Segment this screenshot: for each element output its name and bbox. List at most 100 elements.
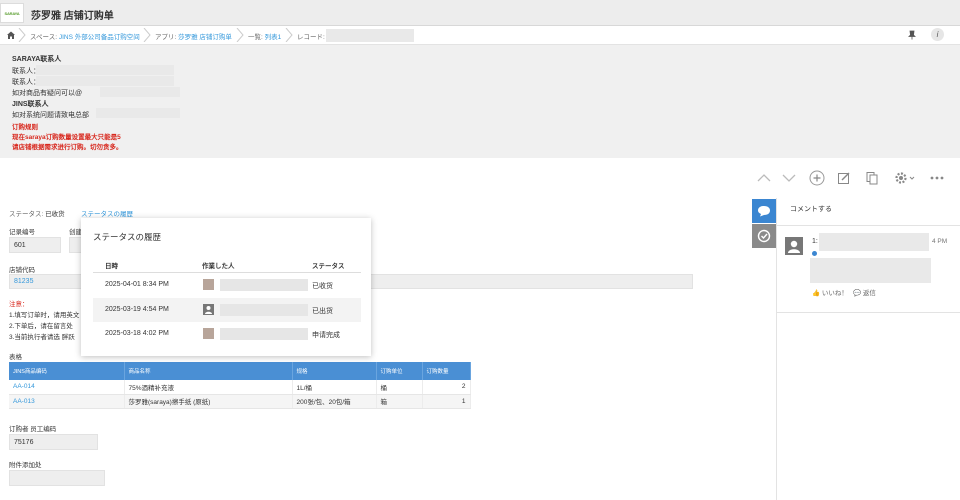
notes-title: 注意： bbox=[9, 301, 29, 308]
system-question: 如对系统问题请致电总部 bbox=[12, 112, 89, 119]
reply-button[interactable]: 💬 返信 bbox=[853, 287, 876, 297]
order-quantity: 2 bbox=[422, 380, 471, 395]
duplicate-icon[interactable] bbox=[862, 168, 882, 188]
status-history-link[interactable]: ステータスの履歴 bbox=[81, 208, 133, 218]
col-date: 日時 bbox=[105, 263, 118, 270]
redacted-phone bbox=[96, 108, 180, 118]
comment-tab[interactable] bbox=[752, 199, 776, 223]
user-avatar bbox=[203, 279, 214, 290]
redacted-user bbox=[220, 304, 308, 316]
order-rule-1: 现在saraya订购数量设置最大只能是5 bbox=[12, 134, 121, 141]
breadcrumb-list[interactable]: 一覧: 列表1 bbox=[248, 31, 281, 41]
col-product-code: JINS商品编码 bbox=[9, 362, 125, 380]
col-unit: 订购单位 bbox=[376, 362, 423, 380]
product-question: 如对商品有疑问可以@ bbox=[12, 90, 83, 97]
orderer-label: 订购者 员工编码 bbox=[9, 426, 57, 433]
app-title: 莎罗雅 店铺订购单 bbox=[31, 11, 114, 22]
status-history-popup: ステータスの履歴 日時 作業した人 ステータス 2025-04-01 8:34 … bbox=[81, 218, 371, 356]
comment-time: 4 PM bbox=[932, 238, 948, 245]
history-status: 已出货 bbox=[312, 308, 333, 315]
next-record-icon[interactable] bbox=[779, 168, 799, 188]
orderer-value: 75176 bbox=[9, 434, 98, 450]
record-no-value: 601 bbox=[9, 237, 61, 253]
breadcrumb-record: レコード: bbox=[297, 34, 325, 41]
thumbs-up-icon: 👍 bbox=[812, 290, 821, 297]
add-record-icon[interactable] bbox=[807, 168, 827, 188]
jins-contact-heading: JINS联系人 bbox=[12, 101, 49, 108]
order-quantity: 1 bbox=[422, 394, 471, 409]
comment-sidebar: コメントする 1: 4 PM 👍 いいね！ 💬 返信 bbox=[776, 198, 960, 500]
comment-input[interactable]: コメントする bbox=[777, 198, 960, 226]
redacted-user bbox=[220, 328, 308, 340]
status-line: ステータス: 已收货 bbox=[9, 211, 65, 218]
col-quantity: 订购数量 bbox=[422, 362, 471, 380]
col-status: ステータス bbox=[312, 263, 345, 270]
comment-index: 1: bbox=[812, 238, 818, 245]
redacted-contact-2 bbox=[36, 76, 174, 86]
note-1: 1.填写订单时，请用英文 bbox=[9, 312, 80, 319]
history-row: 2025-03-19 4:54 PM 已出货 bbox=[93, 298, 361, 322]
user-icon bbox=[788, 240, 800, 253]
attachment-dropzone[interactable] bbox=[9, 470, 105, 486]
history-row: 2025-04-01 8:34 PM 已收货 bbox=[93, 273, 361, 297]
col-user: 作業した人 bbox=[202, 263, 235, 270]
history-date: 2025-03-19 4:54 PM bbox=[105, 306, 169, 313]
divider bbox=[777, 312, 960, 313]
order-unit: 桶 bbox=[376, 380, 423, 395]
breadcrumb: スペース: JINS 外部公司备品订购空间 アプリ: 莎罗雅 店铺订购单 一覧:… bbox=[0, 26, 960, 45]
speech-bubble-icon bbox=[758, 206, 770, 217]
home-icon[interactable] bbox=[6, 30, 16, 40]
mention-icon bbox=[812, 251, 817, 256]
table-label: 表格 bbox=[9, 354, 22, 361]
pin-icon[interactable] bbox=[907, 30, 917, 40]
order-items-table: JINS商品编码 商品名称 规格 订购单位 订购数量 AA-014 75%酒精补… bbox=[9, 362, 471, 409]
table-row: AA-014 75%酒精补充液 1L/桶 桶 2 bbox=[9, 380, 471, 395]
info-icon[interactable]: i bbox=[931, 28, 944, 41]
edit-icon[interactable] bbox=[834, 168, 854, 188]
product-spec: 1L/桶 bbox=[292, 380, 377, 395]
breadcrumb-app[interactable]: アプリ: 莎罗雅 店铺订购单 bbox=[155, 31, 232, 41]
redacted-commenter bbox=[819, 233, 929, 251]
app-header: SARAYA 莎罗雅 店铺订购单 bbox=[0, 0, 960, 26]
like-button[interactable]: 👍 いいね！ bbox=[812, 287, 848, 297]
order-rule-2: 请店铺根据需求进行订购。切勿贪多。 bbox=[12, 144, 123, 151]
history-clock-icon bbox=[757, 229, 771, 243]
order-unit: 箱 bbox=[376, 394, 423, 409]
product-name: 75%酒精补充液 bbox=[124, 380, 293, 395]
user-icon bbox=[205, 306, 212, 314]
redacted-record-name bbox=[326, 29, 414, 42]
table-row: AA-013 莎罗雅(saraya)擦手纸 (原纸) 200张/包、20包/箱 … bbox=[9, 394, 471, 409]
reply-bubble-icon: 💬 bbox=[853, 290, 862, 297]
history-tab[interactable] bbox=[752, 224, 776, 248]
product-spec: 200张/包、20包/箱 bbox=[292, 394, 377, 409]
order-rule-heading: 订购规则 bbox=[12, 124, 38, 131]
attachment-label: 附件添加处 bbox=[9, 462, 42, 469]
note-2: 2.下单后，请在留言处 bbox=[9, 323, 73, 330]
product-name: 莎罗雅(saraya)擦手纸 (原纸) bbox=[124, 394, 293, 409]
table-header-row: JINS商品编码 商品名称 规格 订购单位 订购数量 bbox=[9, 362, 471, 380]
saraya-contact-heading: SARAYA联系人 bbox=[12, 56, 62, 63]
status-value: 已收货 bbox=[45, 211, 65, 218]
redacted-product-contact bbox=[100, 87, 180, 97]
settings-gear-icon[interactable] bbox=[892, 168, 918, 188]
history-status: 申请完成 bbox=[312, 332, 340, 339]
avatar bbox=[785, 237, 803, 255]
col-product-name: 商品名称 bbox=[124, 362, 293, 380]
comment-prompt: コメントする bbox=[790, 206, 832, 213]
more-options-icon[interactable] bbox=[927, 168, 947, 188]
info-panel: SARAYA联系人 联系人： 联系人： 如对商品有疑问可以@ JINS联系人 如… bbox=[0, 45, 960, 158]
saraya-logo: SARAYA bbox=[0, 3, 24, 23]
breadcrumb-space[interactable]: スペース: JINS 外部公司备品订购空间 bbox=[30, 31, 140, 41]
user-avatar bbox=[203, 328, 214, 339]
product-code-link[interactable]: AA-014 bbox=[9, 380, 125, 395]
popup-title: ステータスの履歴 bbox=[93, 232, 162, 242]
prev-record-icon[interactable] bbox=[754, 168, 774, 188]
store-code-label: 店铺代码 bbox=[9, 267, 35, 274]
redacted-comment-body bbox=[810, 258, 931, 283]
redacted-user bbox=[220, 279, 308, 291]
product-code-link[interactable]: AA-013 bbox=[9, 394, 125, 409]
history-date: 2025-04-01 8:34 PM bbox=[105, 281, 169, 288]
redacted-contact-1 bbox=[36, 65, 174, 75]
user-avatar bbox=[203, 304, 214, 315]
record-no-label: 记录编号 bbox=[9, 229, 35, 236]
